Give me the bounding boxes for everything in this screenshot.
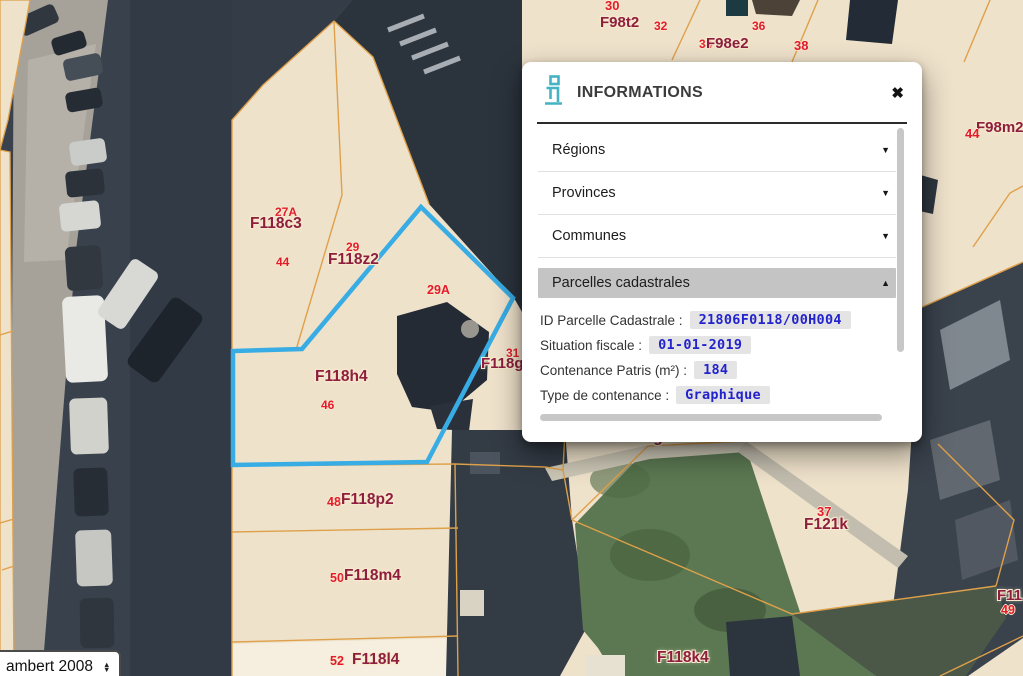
parcel-code-label: F98e2 [706,36,749,51]
panel-header: INFORMATIONS ✖ [522,62,922,120]
house-number-label: 46 [321,399,334,411]
detail-label: Contenance Patris (m²) : [540,363,687,378]
panel-title: INFORMATIONS [577,84,877,102]
close-button[interactable]: ✖ [889,84,906,103]
chevron-up-icon: ▲ [881,278,890,288]
detail-label: Situation fiscale : [540,338,642,353]
accordion-section-communes[interactable]: Communes ▼ [538,215,896,258]
parcel-code-label: F121k [804,517,848,533]
parcel-code-label: F118z2 [328,252,379,268]
parcel-code-label: F98t2 [600,15,639,30]
house-number-label: 52 [330,655,344,668]
section-label: Provinces [552,185,616,201]
accordion-section-parcelles[interactable]: Parcelles cadastrales ▲ [538,268,896,298]
parcel-code-label: F118l4 [352,652,399,668]
parcel-code-label: F118c3 [250,216,302,232]
chevron-down-icon: ▼ [881,145,890,155]
house-number-label: 38 [794,39,808,52]
parcel-code-label: F98m2 [976,120,1023,135]
detail-label: Type de contenance : [540,388,669,403]
select-spinner-icon: ▲▼ [103,662,110,673]
area-value: 184 [694,361,737,379]
house-number-label: 44 [965,127,979,140]
house-number-label: 50 [330,572,344,585]
house-number-label: 49 [1001,604,1015,617]
house-number-label: 44 [276,256,289,268]
house-number-label: 29A [427,284,450,297]
parcel-code-label: F11 [997,588,1022,603]
parcel-code-label: F118p2 [341,492,394,508]
accordion-section-provinces[interactable]: Provinces ▼ [538,172,896,215]
projection-value: ambert 2008 [6,658,93,676]
parcel-details: ID Parcelle Cadastrale : 21806F0118/00H0… [522,298,922,404]
parcel-code-label: F118g [481,356,524,371]
detail-row: ID Parcelle Cadastrale : 21806F0118/00H0… [540,311,906,329]
section-label: Communes [552,228,626,244]
accordion: Régions ▼ Provinces ▼ Communes ▼ Parcell… [522,124,922,298]
chevron-down-icon: ▼ [881,188,890,198]
detail-row: Situation fiscale : 01-01-2019 [540,336,906,354]
informations-panel: INFORMATIONS ✖ Régions ▼ Provinces ▼ Com… [522,62,922,442]
map-application: 30 F98t2 32 36 34 F98e2 38 F98m2 44 27A … [0,0,1023,676]
parcel-code-label: F118k4 [657,650,709,666]
section-label: Régions [552,142,605,158]
info-icon [542,75,565,111]
house-number-label: 30 [605,0,619,12]
containment-type-value: Graphique [676,386,770,404]
section-label: Parcelles cadastrales [552,275,690,291]
chevron-down-icon: ▼ [881,231,890,241]
detail-row: Type de contenance : Graphique [540,386,906,404]
accordion-section-regions[interactable]: Régions ▼ [538,129,896,172]
house-number-label: 48 [327,496,341,509]
house-number-label: 36 [752,20,765,32]
detail-label: ID Parcelle Cadastrale : [540,313,683,328]
fiscal-date-value: 01-01-2019 [649,336,751,354]
parcel-id-value: 21806F0118/00H004 [690,311,851,329]
panel-horizontal-scrollbar[interactable] [540,414,882,421]
house-number-label: 32 [654,20,667,32]
panel-vertical-scrollbar[interactable] [897,128,904,352]
parcel-code-label: F118h4 [315,369,368,385]
parcel-code-label: F118m4 [344,568,401,584]
projection-select[interactable]: ambert 2008 ▲▼ [0,650,121,676]
detail-row: Contenance Patris (m²) : 184 [540,361,906,379]
